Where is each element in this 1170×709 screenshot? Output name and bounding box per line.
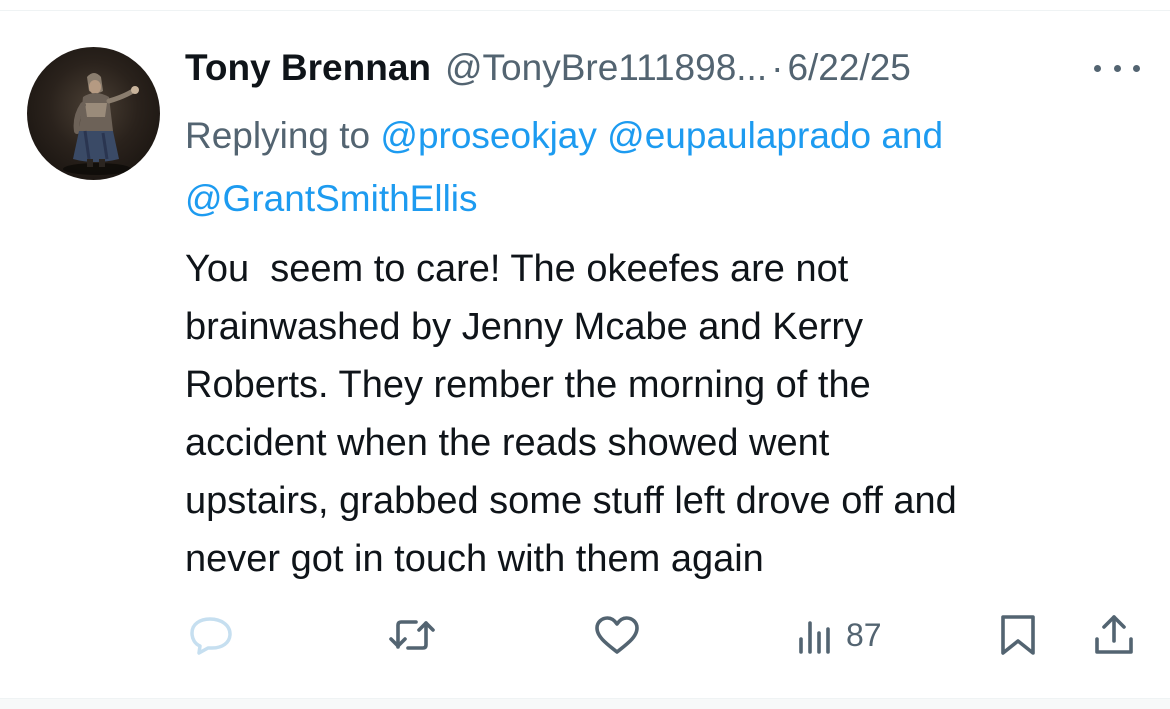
author-handle[interactable]: @TonyBre111898... — [445, 47, 767, 89]
views-button[interactable]: 87 — [796, 605, 882, 665]
bookmark-button[interactable] — [998, 605, 1038, 665]
mention-proseokjay[interactable]: @proseokjay — [380, 115, 597, 156]
more-dot — [1113, 64, 1121, 72]
more-options-icon[interactable] — [1094, 56, 1140, 80]
retweet-icon — [389, 620, 435, 650]
like-button[interactable] — [593, 605, 641, 665]
bookmark-icon — [1001, 615, 1035, 655]
tweet-text-line: brainwashed by Jenny Mcabe and Kerry — [185, 306, 864, 348]
top-divider — [0, 10, 1170, 11]
tweet-text-line: You seem to care! The okeefes are not — [185, 248, 849, 290]
tweet-text-line: accident when the reads showed went — [185, 422, 830, 464]
tweet-date[interactable]: 6/22/25 — [787, 47, 910, 89]
tweet-text-line: never got in touch with them again — [185, 538, 764, 580]
header-separator: · — [771, 47, 784, 88]
tweet-text-line: Roberts. They rember the morning of the — [185, 364, 871, 406]
action-bar: 87 — [0, 605, 1170, 665]
reply-icon — [190, 617, 232, 655]
tweet-text-line: upstairs, grabbed some stuff left drove … — [185, 480, 957, 522]
avatar[interactable] — [27, 47, 160, 180]
share-icon — [1095, 615, 1133, 654]
more-dot — [1133, 64, 1140, 72]
heart-icon — [595, 616, 639, 654]
tweet-text: You seem to care! The okeefes are not br… — [185, 240, 1145, 588]
bottom-band — [0, 699, 1170, 709]
replying-to: Replying to @proseokjay @eupaulaprado an… — [185, 104, 1135, 230]
views-icon — [799, 621, 830, 654]
mention-eupaulaprado[interactable]: @eupaulaprado — [607, 115, 871, 156]
more-dot — [1094, 64, 1101, 72]
author-name[interactable]: Tony Brennan — [185, 47, 431, 89]
reply-button[interactable] — [186, 605, 236, 665]
retweet-button[interactable] — [386, 605, 438, 665]
mention-grantsmithellis[interactable]: @GrantSmithEllis — [185, 178, 478, 219]
mention-and[interactable]: and — [881, 115, 943, 156]
tweet-header: Tony Brennan @TonyBre111898... · 6/22/25 — [185, 45, 911, 91]
views-count: 87 — [846, 616, 882, 653]
share-button[interactable] — [1092, 605, 1136, 665]
replying-to-label: Replying to — [185, 115, 371, 156]
